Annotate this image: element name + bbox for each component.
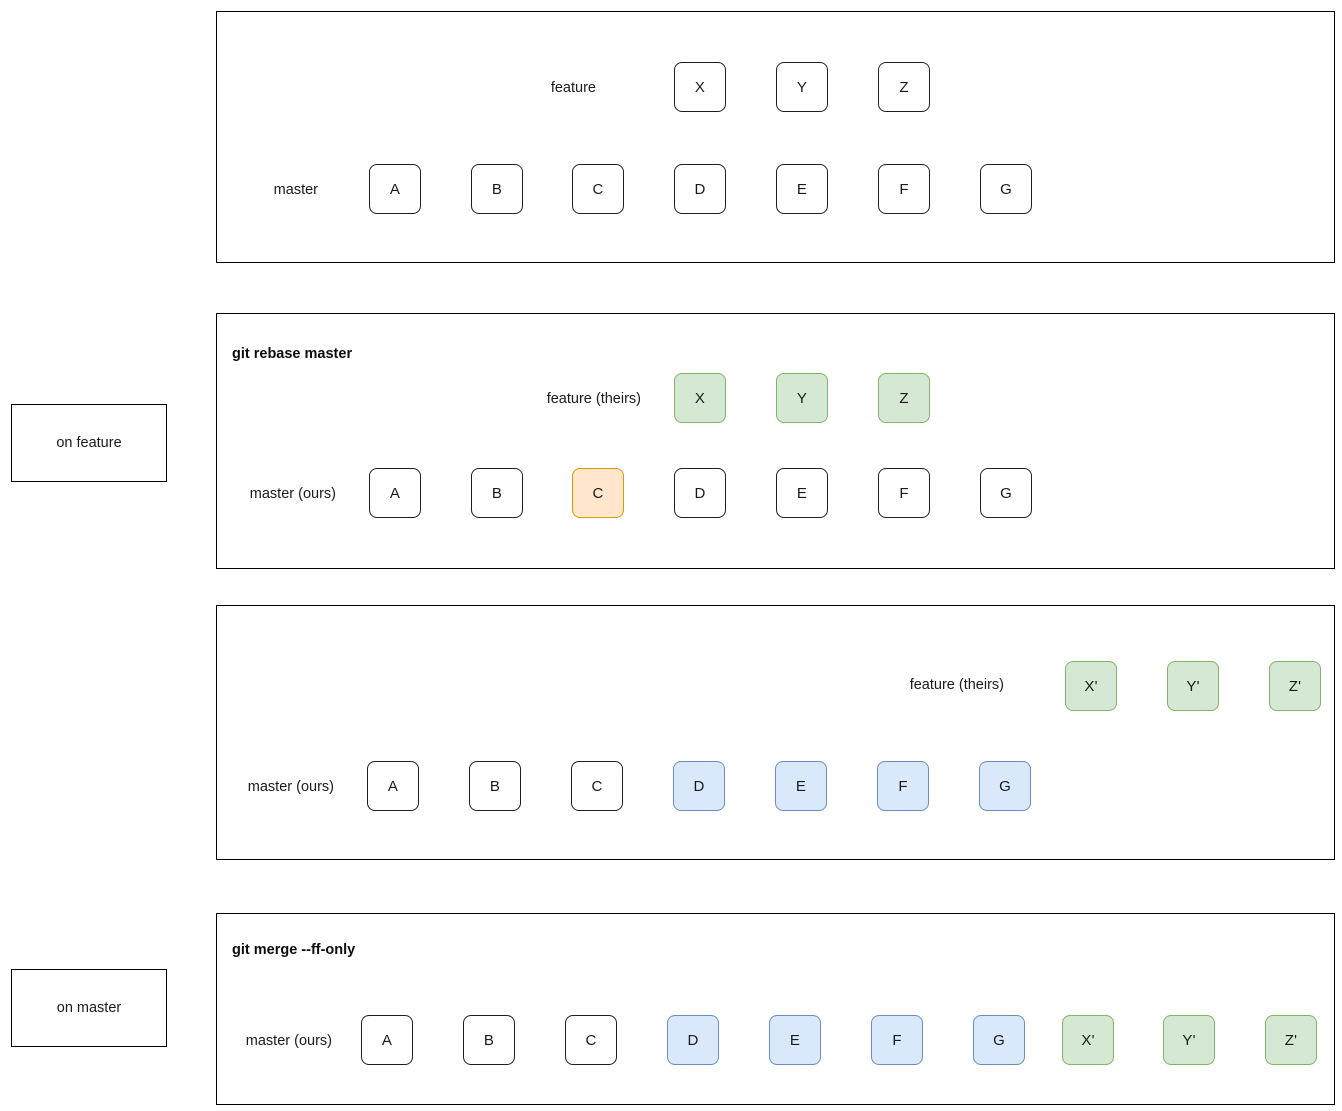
commit-label: A	[389, 180, 401, 198]
commit-node-G[interactable]: G	[980, 468, 1032, 518]
commit-label: F	[892, 1031, 902, 1049]
commit-label: Y	[796, 78, 808, 96]
panel-rebase	[216, 313, 1335, 569]
commit-node-G[interactable]: G	[980, 164, 1032, 214]
commit-node-X[interactable]: X	[674, 62, 726, 112]
commit-node-C[interactable]: C	[571, 761, 623, 811]
commit-node-Z[interactable]: Z	[878, 62, 930, 112]
commit-node-G[interactable]: G	[973, 1015, 1025, 1065]
commit-label: G	[1000, 484, 1012, 502]
commit-node-Z-prime[interactable]: Z'	[1269, 661, 1321, 711]
panel2-command-label: git rebase master	[232, 346, 353, 362]
panel-initial	[216, 11, 1335, 263]
commit-label: A	[381, 1031, 393, 1049]
commit-node-Y-prime[interactable]: Y'	[1167, 661, 1219, 711]
commit-label: G	[1000, 180, 1012, 198]
commit-label: F	[899, 180, 909, 198]
state-box-on-feature: on feature	[11, 404, 167, 482]
commit-node-A[interactable]: A	[367, 761, 419, 811]
commit-label: X	[694, 78, 706, 96]
panel3-feature-label: feature (theirs)	[909, 677, 1004, 693]
commit-label: B	[491, 180, 503, 198]
commit-node-E[interactable]: E	[769, 1015, 821, 1065]
diagram-canvas: on feature on master feature master X Y …	[0, 0, 1342, 1111]
commit-node-A[interactable]: A	[361, 1015, 413, 1065]
commit-label: D	[693, 777, 705, 795]
commit-node-Z[interactable]: Z	[878, 373, 930, 423]
commit-node-B[interactable]: B	[469, 761, 521, 811]
commit-label: C	[585, 1031, 597, 1049]
commit-label: Z	[899, 389, 909, 407]
commit-label: Y'	[1182, 1031, 1196, 1049]
commit-label: G	[999, 777, 1011, 795]
commit-label: G	[993, 1031, 1005, 1049]
commit-label: A	[387, 777, 399, 795]
commit-label: B	[489, 777, 501, 795]
panel1-master-label: master	[273, 182, 318, 198]
panel1-feature-label: feature	[550, 80, 596, 96]
commit-node-G[interactable]: G	[979, 761, 1031, 811]
commit-label: D	[687, 1031, 699, 1049]
commit-label: E	[795, 777, 807, 795]
commit-label: E	[796, 180, 808, 198]
commit-node-Z-prime[interactable]: Z'	[1265, 1015, 1317, 1065]
commit-node-C[interactable]: C	[572, 468, 624, 518]
commit-label: X	[694, 389, 706, 407]
commit-label: C	[592, 180, 604, 198]
commit-label: F	[899, 484, 909, 502]
panel-rebased	[216, 605, 1335, 860]
commit-node-F[interactable]: F	[878, 468, 930, 518]
commit-label: Z	[899, 78, 909, 96]
commit-node-X-prime[interactable]: X'	[1065, 661, 1117, 711]
commit-label: E	[796, 484, 808, 502]
commit-label: E	[789, 1031, 801, 1049]
state-box-label: on master	[56, 1000, 122, 1016]
commit-label: A	[389, 484, 401, 502]
commit-label: Z'	[1288, 677, 1302, 695]
state-box-on-master: on master	[11, 969, 167, 1047]
commit-node-Y-prime[interactable]: Y'	[1163, 1015, 1215, 1065]
commit-node-A[interactable]: A	[369, 468, 421, 518]
commit-label: D	[694, 484, 706, 502]
commit-node-F[interactable]: F	[878, 164, 930, 214]
panel3-master-label: master (ours)	[247, 779, 334, 795]
commit-node-B[interactable]: B	[471, 468, 523, 518]
commit-node-X-prime[interactable]: X'	[1062, 1015, 1114, 1065]
commit-label: X'	[1084, 677, 1098, 695]
commit-label: B	[483, 1031, 495, 1049]
panel4-command-label: git merge --ff-only	[232, 942, 356, 958]
state-box-label: on feature	[56, 435, 122, 451]
commit-node-F[interactable]: F	[877, 761, 929, 811]
commit-label: Z'	[1284, 1031, 1298, 1049]
panel2-feature-label: feature (theirs)	[546, 391, 641, 407]
commit-node-A[interactable]: A	[369, 164, 421, 214]
commit-node-X[interactable]: X	[674, 373, 726, 423]
commit-label: F	[898, 777, 908, 795]
panel-ff-merge	[216, 913, 1335, 1105]
commit-node-D[interactable]: D	[667, 1015, 719, 1065]
commit-node-B[interactable]: B	[471, 164, 523, 214]
panel2-master-label: master (ours)	[249, 486, 336, 502]
commit-label: D	[694, 180, 706, 198]
commit-node-F[interactable]: F	[871, 1015, 923, 1065]
commit-node-D[interactable]: D	[673, 761, 725, 811]
commit-label: C	[592, 484, 604, 502]
commit-node-E[interactable]: E	[775, 761, 827, 811]
commit-label: B	[491, 484, 503, 502]
commit-node-E[interactable]: E	[776, 164, 828, 214]
commit-label: Y	[796, 389, 808, 407]
commit-node-C[interactable]: C	[572, 164, 624, 214]
commit-label: X'	[1081, 1031, 1095, 1049]
commit-node-E[interactable]: E	[776, 468, 828, 518]
commit-node-D[interactable]: D	[674, 468, 726, 518]
commit-label: Y'	[1186, 677, 1200, 695]
commit-label: C	[591, 777, 603, 795]
commit-node-Y[interactable]: Y	[776, 62, 828, 112]
commit-node-C[interactable]: C	[565, 1015, 617, 1065]
panel4-master-label: master (ours)	[245, 1033, 332, 1049]
commit-node-D[interactable]: D	[674, 164, 726, 214]
commit-node-Y[interactable]: Y	[776, 373, 828, 423]
commit-node-B[interactable]: B	[463, 1015, 515, 1065]
